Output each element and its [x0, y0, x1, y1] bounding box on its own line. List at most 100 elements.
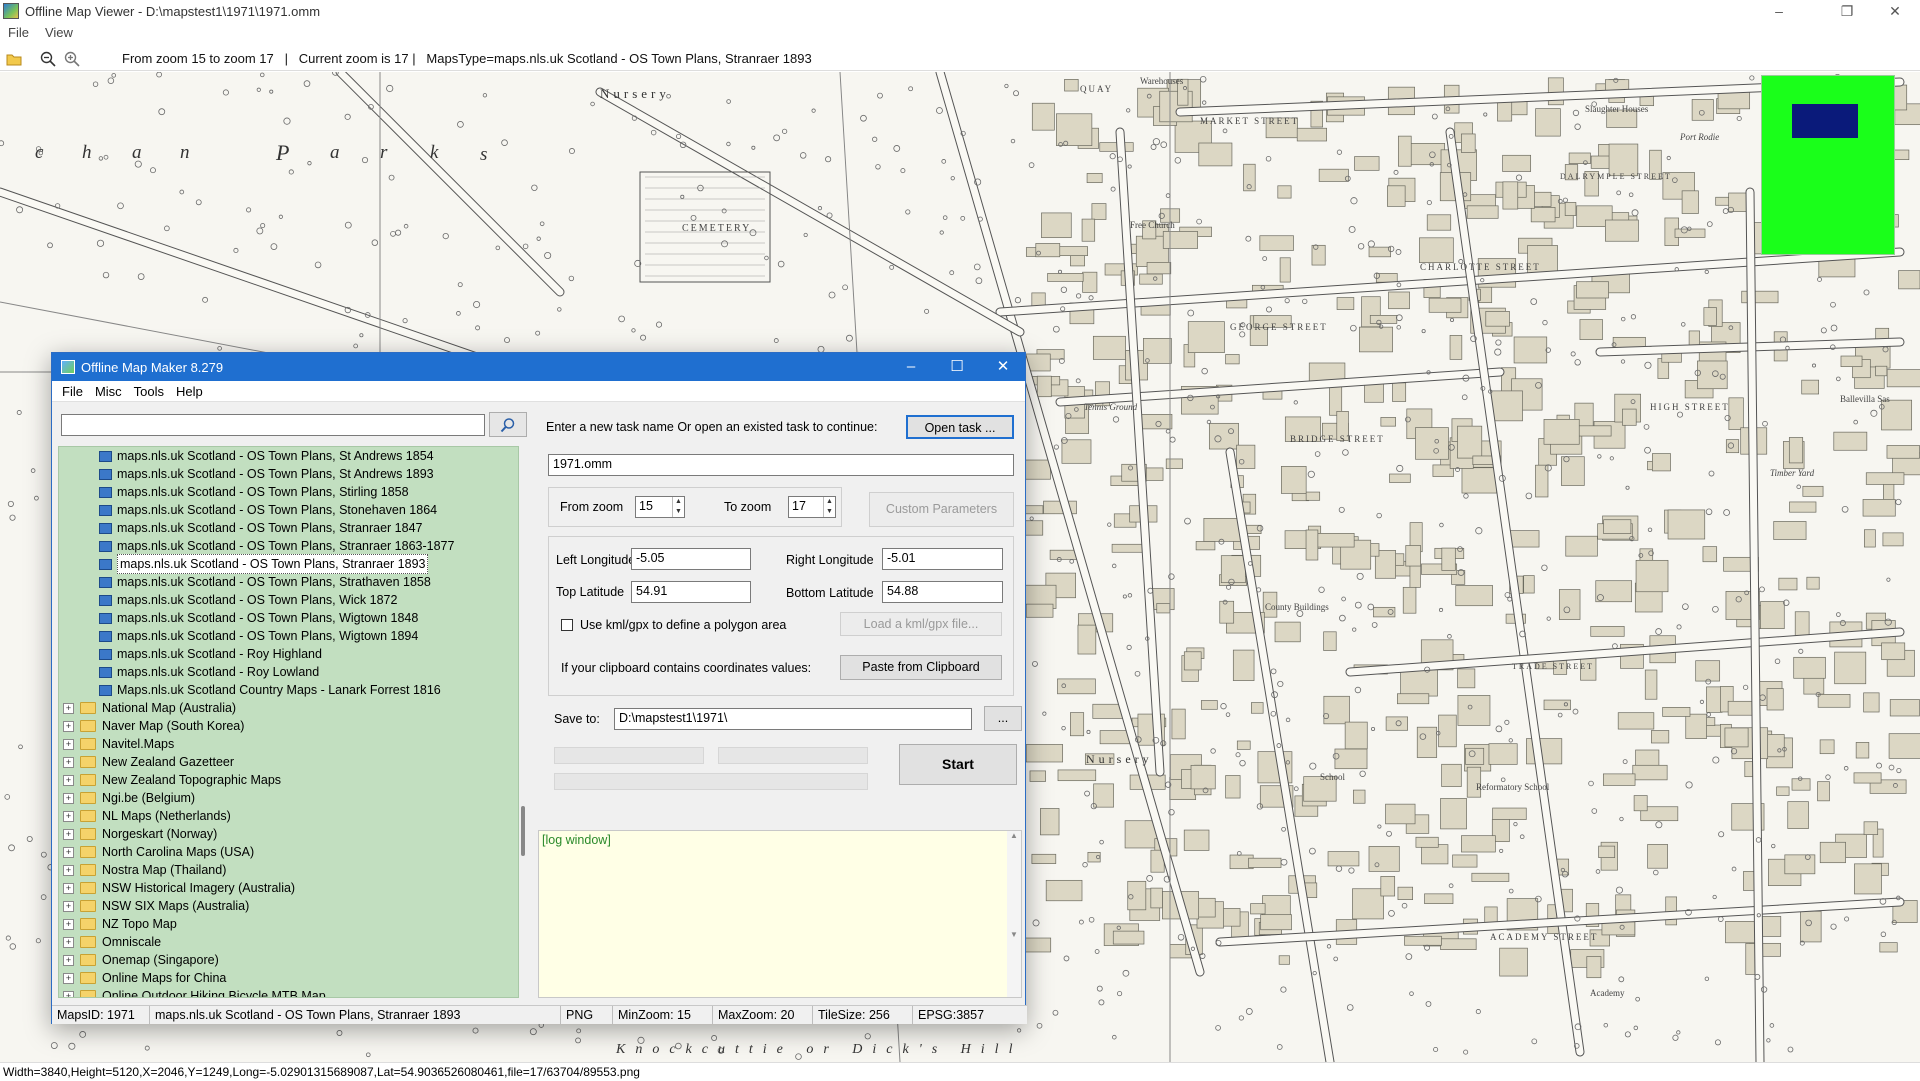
bottom-latitude-field[interactable]: 54.88	[882, 581, 1003, 603]
tree-map-item[interactable]: maps.nls.uk Scotland - OS Town Plans, St…	[59, 501, 518, 519]
zoom-out-icon[interactable]	[38, 49, 58, 69]
expand-icon[interactable]: +	[63, 972, 74, 984]
expand-icon[interactable]: +	[63, 774, 74, 786]
spin-arrows-icon[interactable]: ▲ ▼	[823, 497, 835, 517]
progress-bar-total	[554, 773, 868, 790]
tree-map-item[interactable]: maps.nls.uk Scotland - Roy Highland	[59, 645, 518, 663]
browse-button[interactable]: ...	[984, 706, 1022, 731]
folder-icon	[80, 774, 96, 786]
save-to-field[interactable]: D:\mapstest1\1971\	[614, 708, 972, 730]
maker-menu-misc[interactable]: Misc	[89, 384, 128, 399]
expand-icon[interactable]: +	[63, 954, 74, 966]
tree-folder-item[interactable]: + Online Outdoor Hiking Bicycle MTB Map	[59, 987, 518, 997]
menu-file[interactable]: File	[0, 25, 37, 40]
expand-icon[interactable]: +	[63, 882, 74, 894]
expand-icon[interactable]: +	[63, 738, 74, 750]
overview-minimap[interactable]	[1761, 75, 1895, 255]
tree-folder-item[interactable]: + New Zealand Topographic Maps	[59, 771, 518, 789]
tree-map-item[interactable]: maps.nls.uk Scotland - OS Town Plans, St…	[59, 483, 518, 501]
tree-folder-item[interactable]: + Naver Map (South Korea)	[59, 717, 518, 735]
tree-folder-item[interactable]: + Nostra Map (Thailand)	[59, 861, 518, 879]
task-name-field[interactable]: 1971.omm	[548, 454, 1014, 476]
tree-folder-item[interactable]: + Online Maps for China	[59, 969, 518, 987]
expand-icon[interactable]: +	[63, 702, 74, 714]
maps-tree-panel: maps.nls.uk Scotland - OS Town Plans, St…	[52, 402, 529, 1002]
expand-icon[interactable]: +	[63, 756, 74, 768]
tree-folder-item[interactable]: + Omniscale	[59, 933, 518, 951]
load-kml-button[interactable]: Load a kml/gpx file...	[840, 612, 1002, 636]
from-zoom-value: 15	[639, 499, 653, 513]
tree-folder-item[interactable]: + New Zealand Gazetteer	[59, 753, 518, 771]
minimize-icon[interactable]: –	[1756, 0, 1802, 22]
expand-icon[interactable]: +	[63, 864, 74, 876]
tree-item-label: Maps.nls.uk Scotland Country Maps - Lana…	[117, 683, 441, 697]
tree-map-item[interactable]: maps.nls.uk Scotland - OS Town Plans, St…	[59, 573, 518, 591]
tree-map-item[interactable]: maps.nls.uk Scotland - OS Town Plans, St…	[59, 465, 518, 483]
paste-clipboard-button[interactable]: Paste from Clipboard	[840, 655, 1002, 680]
tree-map-item[interactable]: maps.nls.uk Scotland - OS Town Plans, St…	[59, 447, 518, 465]
tree-folder-item[interactable]: + Norgeskart (Norway)	[59, 825, 518, 843]
tree-item-label: Online Maps for China	[102, 971, 227, 985]
tree-folder-item[interactable]: + Ngi.be (Belgium)	[59, 789, 518, 807]
maker-menu-tools[interactable]: Tools	[128, 384, 170, 399]
maker-titlebar[interactable]: Offline Map Maker 8.279 – ☐ ✕	[52, 353, 1025, 381]
tree-map-item[interactable]: maps.nls.uk Scotland - OS Town Plans, St…	[59, 537, 518, 555]
tree-map-item[interactable]: maps.nls.uk Scotland - OS Town Plans, St…	[59, 519, 518, 537]
status-maps-name: maps.nls.uk Scotland - OS Town Plans, St…	[150, 1006, 561, 1024]
expand-icon[interactable]: +	[63, 918, 74, 930]
expand-icon[interactable]: +	[63, 810, 74, 822]
tree-map-item[interactable]: maps.nls.uk Scotland - Roy Lowland	[59, 663, 518, 681]
maker-menubar: File Misc Tools Help	[52, 381, 1025, 402]
start-button[interactable]: Start	[899, 744, 1017, 785]
minimap-viewport[interactable]	[1792, 104, 1858, 138]
tree-folder-item[interactable]: + NSW Historical Imagery (Australia)	[59, 879, 518, 897]
maps-search-input[interactable]	[61, 414, 485, 436]
expand-icon[interactable]: +	[63, 828, 74, 840]
expand-icon[interactable]: +	[63, 990, 74, 997]
restore-icon[interactable]: ❐	[1824, 0, 1870, 22]
open-task-button[interactable]: Open task ...	[906, 415, 1014, 439]
tree-scrollbar-thumb[interactable]	[521, 806, 525, 856]
tree-map-item[interactable]: maps.nls.uk Scotland - OS Town Plans, Wi…	[59, 591, 518, 609]
right-longitude-field[interactable]: -5.01	[882, 548, 1003, 570]
search-button[interactable]	[489, 412, 527, 437]
maker-close-icon[interactable]: ✕	[980, 353, 1026, 381]
tree-map-item[interactable]: maps.nls.uk Scotland - OS Town Plans, Wi…	[59, 609, 518, 627]
tree-map-item[interactable]: Maps.nls.uk Scotland Country Maps - Lana…	[59, 681, 518, 699]
tree-folder-item[interactable]: + Onemap (Singapore)	[59, 951, 518, 969]
expand-icon[interactable]: +	[63, 846, 74, 858]
tree-folder-item[interactable]: + NSW SIX Maps (Australia)	[59, 897, 518, 915]
menu-view[interactable]: View	[37, 25, 81, 40]
map-tile-icon	[99, 684, 112, 696]
close-icon[interactable]: ✕	[1872, 0, 1918, 22]
from-zoom-stepper[interactable]: 15 ▲ ▼	[635, 496, 685, 518]
top-latitude-field[interactable]: 54.91	[631, 581, 751, 603]
maker-maximize-icon[interactable]: ☐	[934, 353, 980, 381]
maker-menu-file[interactable]: File	[56, 384, 89, 399]
expand-icon[interactable]: +	[63, 936, 74, 948]
expand-icon[interactable]: +	[63, 900, 74, 912]
tree-scrollbar[interactable]	[519, 446, 529, 998]
tree-folder-item[interactable]: + NL Maps (Netherlands)	[59, 807, 518, 825]
maker-minimize-icon[interactable]: –	[888, 353, 934, 381]
expand-icon[interactable]: +	[63, 792, 74, 804]
tree-map-item[interactable]: maps.nls.uk Scotland - OS Town Plans, St…	[59, 554, 518, 574]
tree-item-label: North Carolina Maps (USA)	[102, 845, 255, 859]
kml-checkbox[interactable]	[561, 619, 573, 631]
custom-parameters-button[interactable]: Custom Parameters	[869, 492, 1014, 527]
maps-tree[interactable]: maps.nls.uk Scotland - OS Town Plans, St…	[58, 446, 519, 998]
log-scrollbar[interactable]: ▲ ▼	[1007, 831, 1021, 997]
log-window[interactable]: [log window] ▲ ▼	[538, 830, 1022, 998]
to-zoom-stepper[interactable]: 17 ▲ ▼	[788, 496, 836, 518]
expand-icon[interactable]: +	[63, 720, 74, 732]
maker-menu-help[interactable]: Help	[170, 384, 209, 399]
tree-folder-item[interactable]: + North Carolina Maps (USA)	[59, 843, 518, 861]
tree-folder-item[interactable]: + NZ Topo Map	[59, 915, 518, 933]
spin-arrows-icon[interactable]: ▲ ▼	[672, 497, 684, 517]
tree-folder-item[interactable]: + Navitel.Maps	[59, 735, 518, 753]
tree-folder-item[interactable]: + National Map (Australia)	[59, 699, 518, 717]
tree-map-item[interactable]: maps.nls.uk Scotland - OS Town Plans, Wi…	[59, 627, 518, 645]
zoom-in-icon[interactable]	[62, 49, 82, 69]
open-folder-icon[interactable]	[4, 49, 24, 69]
left-longitude-field[interactable]: -5.05	[631, 548, 751, 570]
